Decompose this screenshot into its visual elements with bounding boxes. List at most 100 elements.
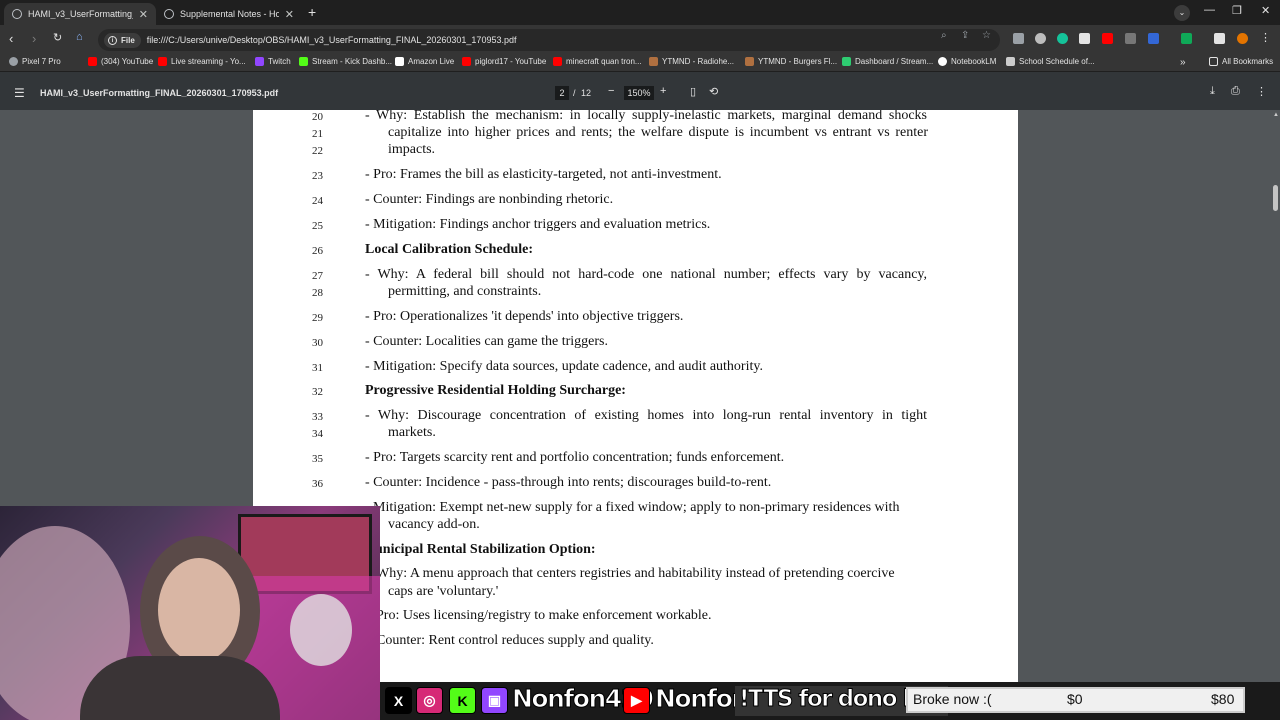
line-number: 31 — [312, 362, 323, 374]
webcam-person-body — [80, 656, 280, 720]
bookmark-item[interactable]: NotebookLM — [938, 57, 996, 66]
rotate-icon[interactable]: ⟲ — [709, 85, 718, 98]
tab-search-button[interactable]: ⌄ — [1174, 5, 1190, 21]
section-heading: unicipal Rental Stabilization Option: — [375, 542, 596, 557]
bookmark-item[interactable]: piglord17 - YouTube — [462, 57, 546, 66]
close-tab-icon[interactable]: ✕ — [139, 8, 148, 21]
line-number: 28 — [312, 287, 323, 299]
document-line: markets. — [388, 425, 436, 440]
youtube-icon: ▶ — [623, 687, 650, 714]
dashboard-icon — [842, 57, 851, 66]
bookmark-item[interactable]: minecraft quan tron... — [553, 57, 642, 66]
bookmark-item[interactable]: (304) YouTube — [88, 57, 153, 66]
close-tab-icon[interactable]: ✕ — [285, 8, 294, 21]
bookmark-favicon-icon — [9, 57, 18, 66]
youtube-icon — [88, 57, 97, 66]
document-line: - Counter: Localities can game the trigg… — [365, 334, 608, 349]
tab-active-pdf[interactable]: HAMI_v3_UserFormatting_FINAL ✕ — [4, 3, 156, 25]
address-bar[interactable]: i File file:///C:/Users/unive/Desktop/OB… — [98, 29, 1000, 51]
home-icon[interactable]: ⌂ — [76, 31, 83, 43]
bookmark-item[interactable]: Live streaming - Yo... — [158, 57, 246, 66]
bookmark-item[interactable]: Dashboard / Stream... — [842, 57, 933, 66]
scrollbar-thumb[interactable] — [1273, 185, 1278, 211]
back-button[interactable]: ‹ — [9, 31, 13, 46]
all-bookmarks-label: All Bookmarks — [1222, 57, 1274, 66]
download-icon[interactable] — [1214, 33, 1225, 44]
zoom-level-input[interactable]: 150% — [624, 86, 654, 100]
browser-menu-icon[interactable]: ⋮ — [1260, 31, 1271, 44]
new-tab-button[interactable]: + — [308, 4, 316, 20]
extension-icon[interactable] — [1148, 33, 1159, 44]
search-icon[interactable]: ⌕ — [941, 30, 947, 41]
bookmark-item[interactable]: Twitch — [255, 57, 291, 66]
document-line: - Pro: Frames the bill as elasticity-tar… — [365, 167, 722, 182]
fit-page-icon[interactable]: ▯ — [690, 85, 696, 98]
page-number-input[interactable]: 2 — [555, 86, 569, 100]
bookmark-label: YTMND - Burgers Fl... — [758, 57, 838, 66]
bookmark-label: Pixel 7 Pro — [22, 57, 61, 66]
document-line: - Why: Discourage concentration of exist… — [365, 408, 927, 423]
url-text[interactable]: file:///C:/Users/unive/Desktop/OBS/HAMI_… — [147, 35, 517, 45]
bookmark-item[interactable]: Stream - Kick Dashb... — [299, 57, 392, 66]
globe-icon — [12, 9, 22, 19]
line-number: 26 — [312, 245, 323, 257]
document-line: - Counter: Findings are nonbinding rheto… — [365, 192, 614, 207]
extension-icon[interactable] — [1035, 33, 1046, 44]
document-line: impacts. — [388, 142, 436, 157]
grammarly-icon[interactable] — [1057, 33, 1068, 44]
maximize-button[interactable]: ❐ — [1232, 4, 1242, 17]
tab-strip: HAMI_v3_UserFormatting_FINAL ✕ Supplemen… — [0, 0, 1280, 25]
close-window-button[interactable]: ✕ — [1261, 4, 1270, 17]
bookmark-label: NotebookLM — [951, 57, 997, 66]
line-number: 27 — [312, 270, 323, 282]
scheme-label: File — [121, 35, 135, 45]
zoom-out-button[interactable]: − — [608, 85, 614, 97]
ytmnd-icon — [649, 57, 658, 66]
browser-toolbar: ‹ › ↻ ⌂ i File file:///C:/Users/unive/De… — [0, 25, 1280, 54]
bookmark-item[interactable]: Amazon Live — [395, 57, 454, 66]
hamburger-menu-icon[interactable]: ☰ — [14, 86, 25, 100]
twitch-icon: ▣ — [481, 687, 508, 714]
bookmark-item[interactable]: YTMND - Burgers Fl... — [745, 57, 837, 66]
line-number: 24 — [312, 195, 323, 207]
webcam-person-face — [158, 558, 240, 662]
youtube-icon — [553, 57, 562, 66]
tab-supplemental-notes[interactable]: Supplemental Notes - Housing ✕ — [156, 3, 302, 25]
bookmark-item[interactable]: Pixel 7 Pro — [9, 57, 61, 66]
extension-icon[interactable] — [1079, 33, 1090, 44]
share-icon[interactable]: ⇪ — [961, 30, 969, 41]
print-icon[interactable]: ⎙ — [1231, 85, 1240, 98]
line-number: 32 — [312, 386, 323, 398]
labs-icon[interactable] — [1181, 33, 1192, 44]
line-number: 25 — [312, 220, 323, 232]
forward-button[interactable]: › — [32, 31, 36, 46]
all-bookmarks-button[interactable]: All Bookmarks — [1209, 57, 1273, 66]
bookmark-star-icon[interactable]: ☆ — [982, 30, 991, 41]
bookmark-item[interactable]: YTMND - Radiohe... — [649, 57, 734, 66]
notebooklm-icon — [938, 57, 947, 66]
download-icon[interactable]: ⤓ — [1210, 85, 1215, 98]
avatar[interactable] — [1237, 33, 1248, 44]
zoom-in-button[interactable]: + — [660, 85, 666, 97]
webcam-video — [0, 506, 380, 720]
section-heading: Progressive Residential Holding Surcharg… — [365, 383, 626, 398]
x-icon: X — [385, 687, 412, 714]
document-line: - Pro: Operationalizes 'it depends' into… — [365, 309, 684, 324]
more-options-icon[interactable]: ⋮ — [1256, 85, 1267, 98]
more-bookmarks-button[interactable]: » — [1180, 57, 1186, 68]
bookmarks-bar: Pixel 7 Pro (304) YouTube Live streaming… — [0, 54, 1280, 72]
extension-icon[interactable] — [1013, 33, 1024, 44]
minimize-button[interactable]: — — [1204, 4, 1215, 16]
twitch-icon — [255, 57, 264, 66]
scroll-up-arrow-icon[interactable]: ▲ — [1273, 112, 1279, 118]
site-info-chip[interactable]: i File — [104, 32, 141, 48]
bookmark-item[interactable]: School Schedule of... — [1006, 57, 1095, 66]
youtube-extension-icon[interactable] — [1102, 33, 1113, 44]
bookmark-favicon-icon — [1006, 57, 1015, 66]
bookmark-label: (304) YouTube — [101, 57, 154, 66]
instagram-icon: ◎ — [416, 687, 443, 714]
reload-button[interactable]: ↻ — [53, 31, 62, 44]
tab-title: Supplemental Notes - Housing — [180, 9, 279, 19]
info-icon: i — [108, 35, 117, 45]
extension-icon[interactable] — [1125, 33, 1136, 44]
